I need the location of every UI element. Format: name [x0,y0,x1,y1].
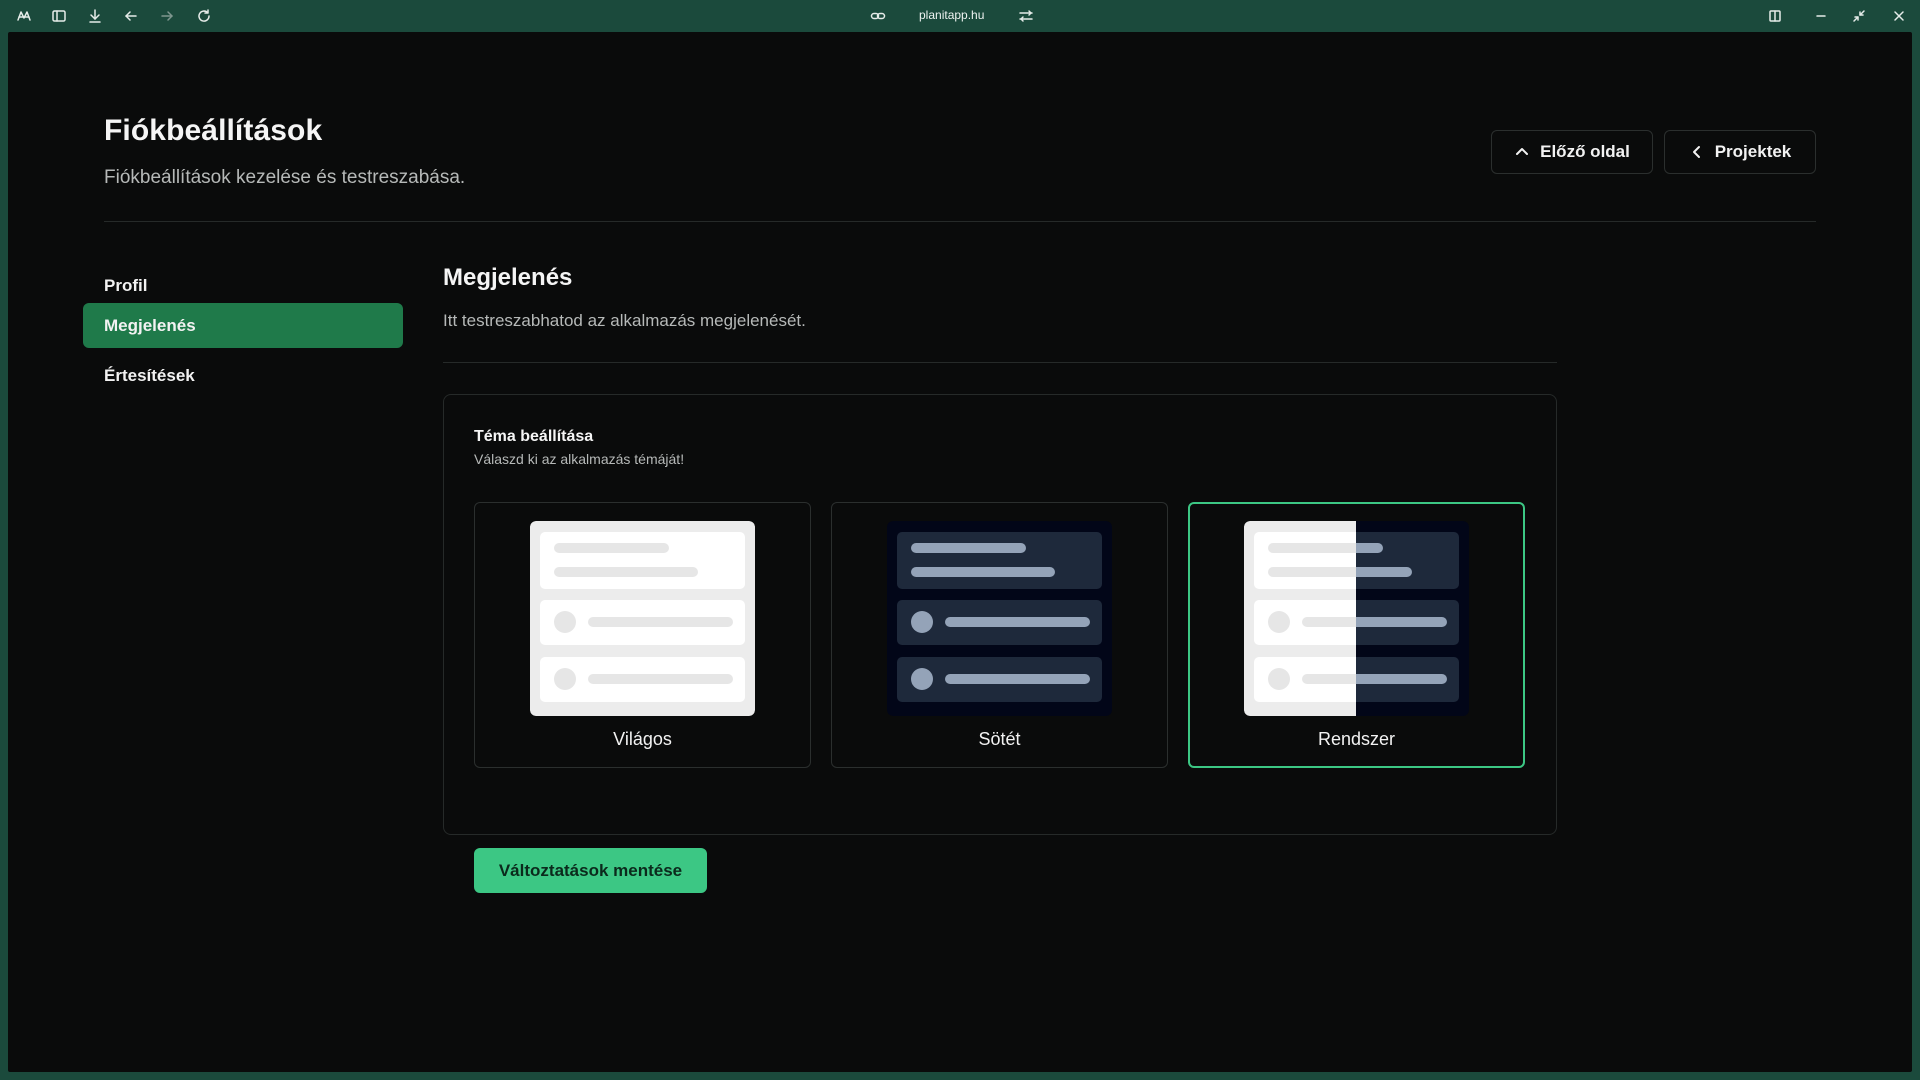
chevron-left-icon [1692,146,1700,158]
section-title: Megjelenés [443,264,573,291]
header-divider [104,221,1816,222]
sidebar-item-label: Megjelenés [104,315,196,335]
theme-option-label: Világos [613,729,672,749]
app-logo-icon[interactable] [15,7,33,25]
system-theme-preview [1244,521,1469,716]
theme-option-dark[interactable]: Sötét [831,502,1168,768]
split-view-icon[interactable] [1766,7,1784,25]
section-divider [443,362,1557,363]
dark-theme-preview [887,521,1112,716]
sidebar-item-notifications[interactable]: Értesítések [83,353,403,398]
sidebar-toggle-icon[interactable] [50,7,68,25]
theme-option-system[interactable]: Rendszer [1188,502,1525,768]
projects-button[interactable]: Projektek [1664,130,1816,174]
restore-icon[interactable] [1850,7,1868,25]
theme-option-light[interactable]: Világos [474,502,811,768]
sidebar-item-profile[interactable]: Profil [83,263,403,308]
download-icon[interactable] [86,7,104,25]
close-icon[interactable] [1890,7,1908,25]
browser-toolbar: planitapp.hu [0,0,1920,32]
sidebar-item-label: Profil [104,275,148,295]
site-settings-icon[interactable] [1017,7,1035,25]
theme-option-label: Sötét [978,729,1021,749]
link-icon[interactable] [869,7,887,25]
page-subtitle: Fiókbeállítások kezelése és testreszabás… [104,167,466,188]
sidebar-item-appearance[interactable]: Megjelenés [83,303,403,348]
card-subtitle: Válaszd ki az alkalmazás témáját! [474,451,685,467]
theme-option-label: Rendszer [1317,729,1396,749]
reload-icon[interactable] [195,7,213,25]
forward-arrow-icon[interactable] [158,7,176,25]
light-theme-preview [530,521,755,716]
back-arrow-icon[interactable] [122,7,140,25]
app-window: Fiókbeállítások Fiókbeállítások kezelése… [8,32,1912,1072]
chevron-up-icon [1516,148,1529,155]
save-changes-button[interactable]: Változtatások mentése [474,848,707,893]
projects-label: Projektek [1714,142,1792,161]
previous-page-label: Előző oldal [1540,142,1630,161]
minimize-icon[interactable] [1812,7,1830,25]
section-subtitle: Itt testreszabhatod az alkalmazás megjel… [443,311,806,330]
sidebar-item-label: Értesítések [104,365,195,385]
theme-settings-card: Téma beállítása Válaszd ki az alkalmazás… [443,394,1557,893]
previous-page-button[interactable]: Előző oldal [1491,130,1653,174]
card-title: Téma beállítása [474,428,594,445]
address-bar-url[interactable]: planitapp.hu [919,8,984,22]
page-title: Fiókbeállítások [104,114,323,147]
